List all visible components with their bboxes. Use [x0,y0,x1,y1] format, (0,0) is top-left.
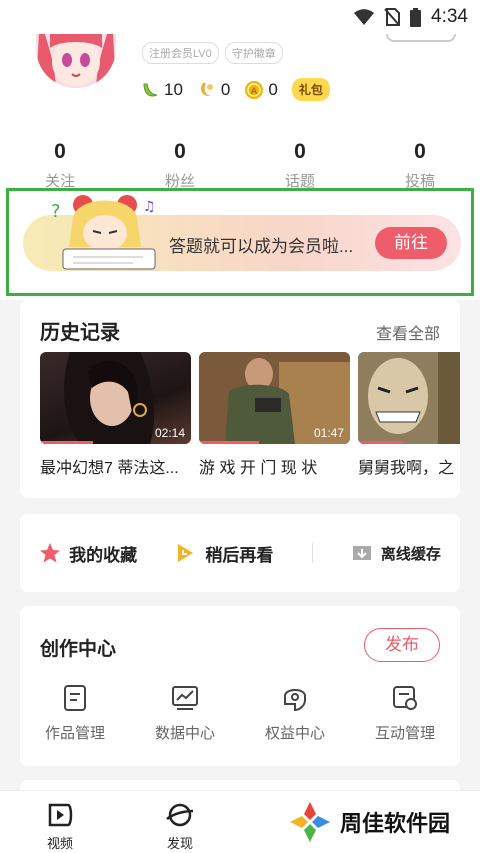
banana-coin[interactable]: 10 [140,80,183,100]
creator-center-card: 创作中心 发布 作品管理 数据中心 权益中心 互动管理 [20,606,460,766]
clock-icon [178,544,194,562]
favorites-label: 我的收藏 [69,545,138,565]
moon-coin-count: 0 [220,79,231,99]
history-title: 历史记录 [40,322,120,344]
planet-icon [166,803,194,827]
watch-progress-bar [199,441,260,444]
favorites-button[interactable]: 我的收藏 [39,541,137,566]
stat-value: 0 [294,140,306,163]
video-thumbnail: 01:47 [199,352,350,444]
banana-count: 10 [164,79,183,99]
video-title: 游 戏 开 门 现 状 [199,460,318,477]
history-video-item[interactable]: 舅舅我啊，之 [358,352,460,478]
stat-value: 0 [414,140,426,163]
chart-icon [172,686,198,710]
data-center-button[interactable]: 数据中心 [130,684,240,743]
profile-header: 注册会员LV0 守护徽章 10 0 A 0 礼包 0 关注 0 粉丝 0 话题 [0,0,480,300]
offline-cache-button[interactable]: 离线缓存 [351,542,441,564]
coin-bar: 10 0 A 0 礼包 [140,78,330,101]
works-management-button[interactable]: 作品管理 [20,684,130,743]
battery-icon [410,7,422,27]
quiz-promo-banner[interactable]: ? ♫ 答题就可以成为会员啦... 前往 [23,195,461,271]
tab-discover[interactable]: 发现 [150,799,210,852]
works-icon [64,685,86,711]
history-view-all-link[interactable]: 查看全部 [376,320,440,344]
rights-center-button[interactable]: 权益中心 [240,684,350,743]
svg-text:♫: ♫ [143,199,156,215]
creator-tools: 作品管理 数据中心 权益中心 互动管理 [20,684,460,743]
stat-submissions[interactable]: 0 投稿 [360,140,480,191]
member-level-badge[interactable]: 注册会员LV0 [142,42,219,64]
member-badges: 注册会员LV0 守护徽章 [142,42,283,64]
watch-later-label: 稍后再看 [205,545,274,565]
watermark-logo-icon [290,802,330,842]
tab-label: 发现 [166,836,193,851]
tab-label: 视频 [46,836,73,851]
watch-progress-bar [40,441,93,444]
video-duration: 02:14 [154,426,185,440]
gold-coin[interactable]: A 0 [244,79,278,100]
promo-go-button[interactable]: 前往 [375,227,447,259]
history-video-item[interactable]: 02:14 最冲幻想7 蒂法这... [40,352,191,478]
gold-coin-count: 0 [268,79,278,99]
quick-actions-card: 我的收藏 稍后再看 离线缓存 [20,514,460,592]
watermark-text: 周佳软件园 [340,811,451,836]
stat-fans[interactable]: 0 粉丝 [120,140,240,191]
interaction-management-button[interactable]: 互动管理 [350,684,460,743]
watch-later-button[interactable]: 稍后再看 [175,541,273,566]
video-title: 舅舅我啊，之 [358,460,455,477]
thumbnail-image [358,352,460,444]
tool-label: 作品管理 [44,725,105,742]
video-thumbnail: 02:14 [40,352,191,444]
site-watermark: 周佳软件园 [288,800,450,844]
promo-text: 答题就可以成为会员啦... [169,237,354,256]
moon-coin[interactable]: 0 [197,80,230,100]
tab-video[interactable]: 视频 [30,799,90,852]
gift-pack-tag[interactable]: 礼包 [291,78,330,101]
creator-center-title: 创作中心 [40,639,117,660]
divider [311,543,313,563]
svg-text:A: A [251,87,258,97]
tool-label: 权益中心 [264,725,325,742]
history-card: 历史记录 查看全部 02:14 最冲幻想7 蒂法这... 01:47 游 戏 开… [20,300,460,498]
next-card-edge [20,780,460,790]
gold-coin-icon: A [245,80,264,99]
history-video-item[interactable]: 01:47 游 戏 开 门 现 状 [199,352,350,478]
interaction-icon [393,686,417,710]
clock-time: 4:34 [431,6,468,27]
video-duration: 01:47 [313,426,344,440]
wifi-icon [354,9,375,25]
status-bar: 4:34 [0,0,480,34]
star-icon [40,543,61,563]
video-play-icon [48,803,73,827]
tool-label: 互动管理 [374,725,435,742]
publish-button[interactable]: 发布 [364,628,440,662]
download-icon [352,546,371,560]
tool-label: 数据中心 [154,725,215,742]
promo-highlight-frame: ? ♫ 答题就可以成为会员啦... 前往 [6,188,474,296]
guardian-badge[interactable]: 守护徽章 [224,42,283,64]
stat-following[interactable]: 0 关注 [0,140,120,191]
moon-coin-icon [200,82,213,96]
stat-topics[interactable]: 0 话题 [240,140,360,191]
stat-value: 0 [174,140,186,163]
rights-icon [284,689,306,712]
stats-row: 0 关注 0 粉丝 0 话题 0 投稿 [0,140,480,191]
watch-progress-bar [358,441,404,444]
history-video-list: 02:14 最冲幻想7 蒂法这... 01:47 游 戏 开 门 现 状 舅舅我… [40,352,460,478]
video-thumbnail [358,352,460,444]
no-sim-icon [384,8,401,26]
stat-value: 0 [54,140,66,163]
svg-text:?: ? [51,201,61,222]
mascot-illustration: ? ♫ [51,195,156,270]
video-title: 最冲幻想7 蒂法这... [40,460,179,477]
banana-icon [143,83,158,96]
offline-cache-label: 离线缓存 [380,545,441,563]
